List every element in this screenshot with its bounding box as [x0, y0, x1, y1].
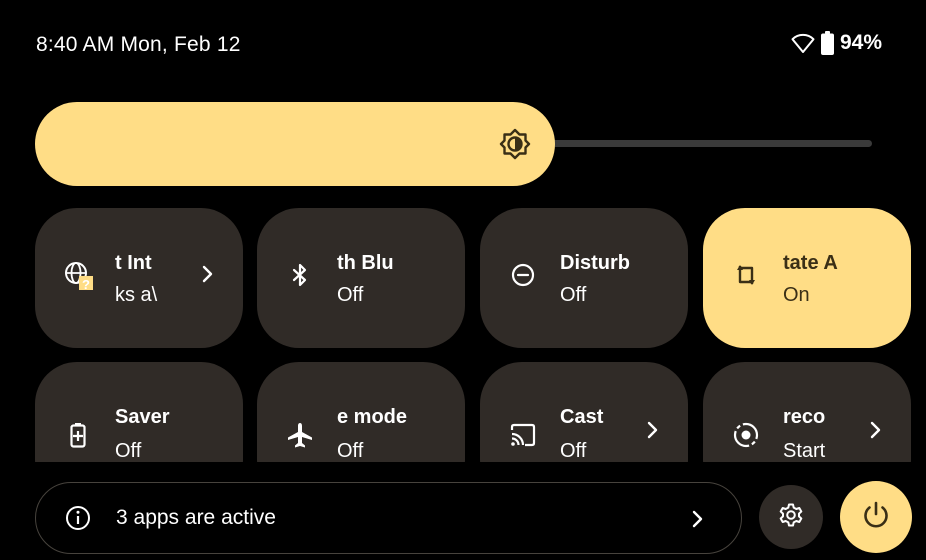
tile-record-status: Start	[783, 440, 826, 462]
tile-airplane-status: Off	[337, 440, 364, 462]
brightness-fill[interactable]	[35, 102, 555, 186]
tile-cast-status: Off	[560, 440, 587, 462]
battery-percent: 94%	[839, 31, 882, 54]
brightness-slider[interactable]	[35, 102, 874, 186]
tile-bluetooth-label: th Blu	[337, 252, 394, 274]
auto-rotate-icon	[731, 260, 761, 290]
tile-bluetooth[interactable]: th Blu Off	[257, 208, 465, 348]
active-apps-button[interactable]: 3 apps are active	[35, 482, 742, 554]
do-not-disturb-icon	[508, 260, 538, 290]
active-apps-text: 3 apps are active	[116, 506, 276, 529]
tile-airplane-label: e mode	[337, 406, 408, 428]
tile-battery-saver-status: Off	[115, 440, 142, 462]
tile-cast-label: Cast	[560, 406, 604, 428]
tile-record-label: reco	[783, 406, 826, 428]
tile-internet-status: ks a\	[115, 284, 158, 306]
status-bar: 8:40 AM Mon, Feb 12 94%	[0, 0, 926, 95]
tile-auto-rotate[interactable]: tate A On	[703, 208, 911, 348]
info-icon	[64, 504, 92, 532]
cast-icon	[508, 420, 538, 450]
tile-bluetooth-status: Off	[337, 284, 364, 306]
tile-auto-rotate-status: On	[783, 284, 810, 306]
tile-dnd-label: Disturb	[560, 252, 630, 274]
screen-record-icon	[731, 420, 761, 450]
svg-text:?: ?	[82, 277, 90, 290]
settings-button[interactable]	[759, 485, 823, 549]
power-icon	[859, 498, 893, 537]
wifi-icon	[791, 32, 815, 54]
battery-icon	[820, 31, 834, 55]
bluetooth-icon	[285, 260, 315, 290]
tile-do-not-disturb[interactable]: Disturb Off	[480, 208, 688, 348]
gear-icon	[777, 501, 805, 534]
chevron-right-icon	[197, 264, 217, 284]
tile-dnd-status: Off	[560, 284, 587, 306]
status-icons: 94%	[791, 31, 882, 55]
tile-auto-rotate-label: tate A	[783, 252, 838, 274]
tile-internet[interactable]: ? t Int ks a\	[35, 208, 243, 348]
footer-bar: 3 apps are active	[0, 462, 926, 560]
power-button[interactable]	[840, 481, 912, 553]
chevron-right-icon	[865, 420, 885, 440]
tile-internet-label: t Int	[115, 252, 152, 274]
brightness-auto-icon	[499, 128, 531, 160]
chevron-right-icon	[642, 420, 662, 440]
clock-date: 8:40 AM Mon, Feb 12	[36, 33, 241, 56]
tile-battery-saver-label: Saver	[115, 406, 170, 428]
chevron-right-icon	[687, 509, 707, 529]
airplane-icon	[285, 420, 315, 450]
battery-saver-icon	[63, 420, 93, 450]
globe-question-icon: ?	[63, 260, 93, 290]
